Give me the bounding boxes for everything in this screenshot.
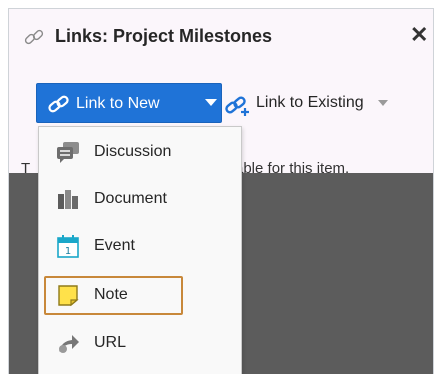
link-to-existing-button[interactable]: Link to Existing: [225, 83, 405, 123]
close-icon[interactable]: ✕: [410, 24, 428, 46]
menu-item-event[interactable]: 1 Event: [39, 224, 241, 269]
menu-item-url[interactable]: URL: [39, 321, 241, 366]
url-icon: [59, 335, 79, 353]
chain-plus-icon: [225, 96, 249, 116]
svg-text:1: 1: [65, 246, 71, 257]
dialog-title: Links: Project Milestones: [55, 26, 273, 46]
link-icon: [24, 29, 44, 45]
body-message-start: T: [21, 160, 31, 177]
link-toolbar: Link to New Link to Existing: [9, 62, 433, 123]
dialog-header: Links: Project Milestones ✕: [9, 9, 433, 62]
menu-item-label: Discussion: [94, 143, 172, 160]
link-to-new-label: Link to New: [76, 95, 160, 112]
body-message-end: able for this item.: [235, 160, 350, 177]
menu-item-discussion[interactable]: Discussion: [39, 130, 241, 175]
menu-item-label: URL: [94, 334, 127, 351]
chevron-down-icon: [205, 99, 217, 106]
link-to-new-menu: Discussion Document 1 Event Note URL: [38, 126, 242, 374]
links-dialog: Links: Project Milestones ✕ Link to New: [8, 8, 434, 374]
menu-item-label: Event: [94, 237, 135, 254]
note-icon: [58, 285, 79, 307]
discussion-icon: [57, 142, 79, 163]
calendar-icon: 1: [57, 235, 79, 258]
document-icon: [58, 190, 78, 209]
menu-item-label: Document: [94, 190, 167, 207]
link-to-new-button[interactable]: Link to New: [36, 83, 222, 123]
link-to-existing-label: Link to Existing: [256, 94, 364, 111]
menu-item-label: Note: [94, 286, 128, 303]
chain-link-icon: [48, 95, 69, 113]
chevron-down-icon: [378, 100, 388, 106]
menu-item-note[interactable]: Note: [39, 273, 241, 318]
menu-item-document[interactable]: Document: [39, 177, 241, 222]
